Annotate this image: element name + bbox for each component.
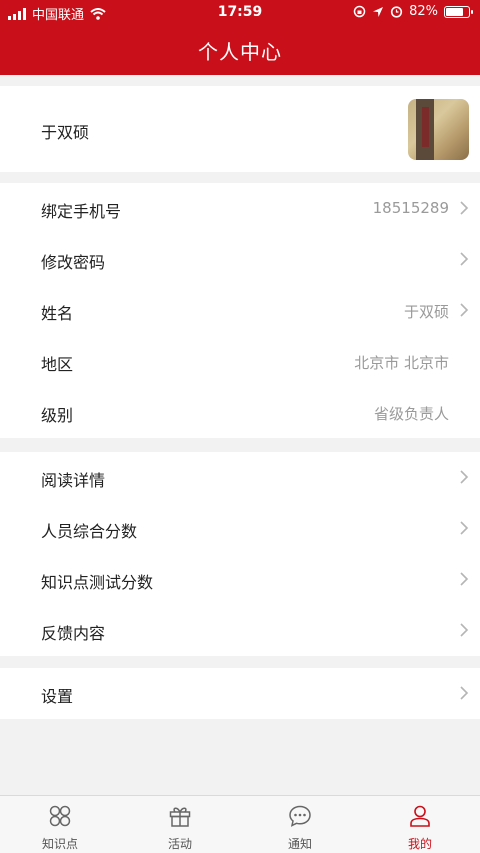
feedback-label: 反馈内容 <box>41 624 106 643</box>
row-bind-phone[interactable]: 绑定手机号 18515289 <box>0 183 480 234</box>
chevron-right-icon <box>458 251 470 267</box>
grid-icon <box>49 805 71 827</box>
tab-notifications[interactable]: 通知 <box>240 796 360 853</box>
chevron-right-icon <box>458 200 470 216</box>
settings-label: 设置 <box>41 687 74 706</box>
rotation-lock-icon <box>353 5 366 18</box>
status-bar: 中国联通 17:59 82% <box>0 0 480 26</box>
level-value: 省级负责人 <box>373 405 449 423</box>
row-feedback[interactable]: 反馈内容 <box>0 605 480 656</box>
chevron-right-icon <box>458 520 470 536</box>
tab-label: 我的 <box>407 837 432 851</box>
name-label: 姓名 <box>41 304 74 323</box>
row-quiz-score[interactable]: 知识点测试分数 <box>0 554 480 605</box>
location-icon <box>373 6 384 17</box>
row-change-password[interactable]: 修改密码 <box>0 234 480 285</box>
tab-knowledge[interactable]: 知识点 <box>0 796 120 853</box>
quiz-score-label: 知识点测试分数 <box>41 573 154 592</box>
tab-activity[interactable]: 活动 <box>120 796 240 853</box>
region-value: 北京市 北京市 <box>354 354 449 372</box>
bind-phone-label: 绑定手机号 <box>41 202 122 221</box>
gift-icon <box>169 807 191 827</box>
chevron-right-icon <box>458 685 470 701</box>
change-password-label: 修改密码 <box>41 253 106 272</box>
profile-card[interactable]: 于双硕 <box>0 86 480 172</box>
top-bar: 中国联通 17:59 82% 个人中心 <box>0 0 480 75</box>
chat-bubble-icon <box>289 805 311 827</box>
chevron-right-icon <box>458 302 470 318</box>
name-value: 于双硕 <box>403 303 449 321</box>
chevron-right-icon <box>458 469 470 485</box>
tab-mine[interactable]: 我的 <box>360 796 480 853</box>
account-section: 绑定手机号 18515289 修改密码 姓名 于双硕 地区 北京市 北京市 级别… <box>0 183 480 438</box>
tab-label: 通知 <box>287 837 312 851</box>
region-label: 地区 <box>41 355 74 374</box>
overall-score-label: 人员综合分数 <box>41 522 138 541</box>
tab-label: 活动 <box>167 837 192 851</box>
tab-label: 知识点 <box>41 837 78 851</box>
page-title: 个人中心 <box>198 40 282 64</box>
battery-percent: 82% <box>409 4 438 19</box>
row-settings[interactable]: 设置 <box>0 668 480 719</box>
level-label: 级别 <box>41 406 74 425</box>
reading-details-label: 阅读详情 <box>41 471 106 490</box>
settings-section: 设置 <box>0 668 480 719</box>
chevron-right-icon <box>458 622 470 638</box>
battery-icon <box>444 5 473 18</box>
bind-phone-value: 18515289 <box>372 199 449 217</box>
row-region: 地区 北京市 北京市 <box>0 336 480 387</box>
person-icon <box>410 805 430 827</box>
tab-bar: 知识点 活动 通知 我的 <box>0 795 480 853</box>
row-name[interactable]: 姓名 于双硕 <box>0 285 480 336</box>
row-overall-score[interactable]: 人员综合分数 <box>0 503 480 554</box>
row-level: 级别 省级负责人 <box>0 387 480 438</box>
avatar[interactable] <box>408 99 469 160</box>
stats-section: 阅读详情 人员综合分数 知识点测试分数 反馈内容 <box>0 452 480 656</box>
alarm-icon <box>390 6 403 18</box>
row-reading-details[interactable]: 阅读详情 <box>0 452 480 503</box>
profile-name: 于双硕 <box>41 123 90 142</box>
chevron-right-icon <box>458 571 470 587</box>
